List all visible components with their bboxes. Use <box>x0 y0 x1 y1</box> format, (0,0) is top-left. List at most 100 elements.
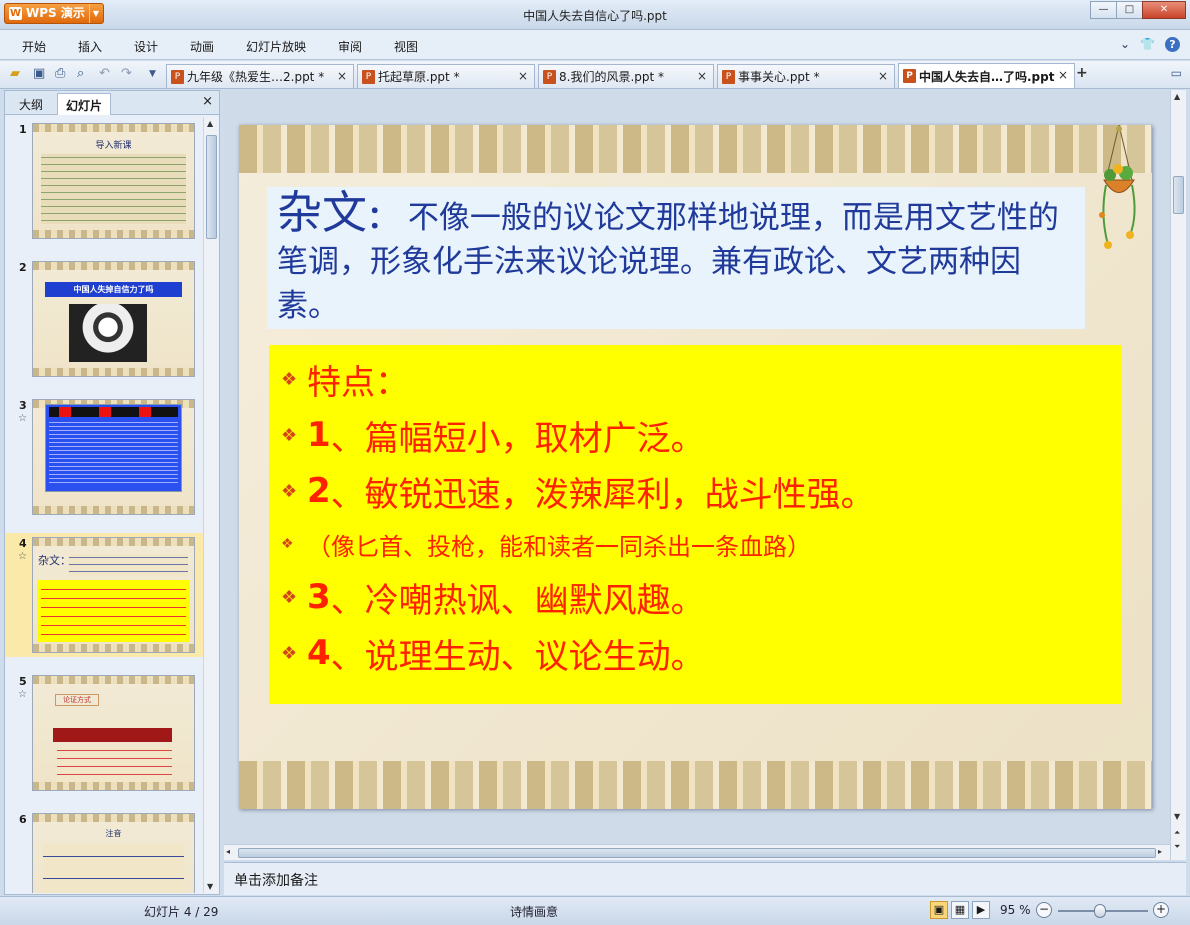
print-preview-icon[interactable]: ⌕ <box>77 66 84 81</box>
close-tab-icon[interactable]: × <box>1058 68 1068 82</box>
maximize-button[interactable]: □ <box>1116 1 1143 19</box>
scroll-right-icon[interactable]: ▸ <box>1158 847 1162 856</box>
notes-area[interactable]: 单击添加备注 <box>224 862 1186 895</box>
slide-thumbnail-1[interactable]: 1 导入新课 <box>5 119 205 243</box>
feature-text: 、说理生动、议论生动。 <box>330 636 705 677</box>
tab-label: 中国人失去自…了吗.ppt <box>919 69 1055 84</box>
scroll-down-icon[interactable]: ▼ <box>1174 812 1180 821</box>
slide-thumbnail-6[interactable]: 6 注音 <box>5 809 205 893</box>
definition-colon: ： <box>367 200 399 236</box>
slide-thumbnail-3[interactable]: 3 ☆ <box>5 395 205 519</box>
thumb-title: 导入新课 <box>95 141 132 151</box>
ppt-file-icon: P <box>722 69 735 84</box>
thumbnail-scrollbar[interactable]: ▲ ▼ <box>203 117 218 893</box>
close-pane-icon[interactable]: × <box>202 94 213 109</box>
tab-outline[interactable]: 大纲 <box>19 96 43 113</box>
scroll-thumb[interactable] <box>206 135 217 239</box>
slide-number: 2 <box>19 261 27 274</box>
slide-editor: 杂文： 不像一般的议论文那样地说理，而是用文艺性的笔调，形象化手法来议论说理。兼… <box>224 90 1186 860</box>
feature-number: 2 <box>307 471 331 511</box>
close-tab-icon[interactable]: × <box>697 69 707 83</box>
vertical-scrollbar[interactable]: ▲ ▼ ⏶ ⏷ <box>1170 90 1186 860</box>
open-folder-icon[interactable]: ▰ <box>10 66 20 81</box>
tab-label: 8.我们的风景.ppt * <box>559 70 665 84</box>
minimize-button[interactable]: — <box>1090 1 1117 19</box>
animation-star-icon: ☆ <box>18 689 27 700</box>
slide-thumbnail-2[interactable]: 2 中国人失掉自信力了吗 <box>5 257 205 381</box>
definition-textbox[interactable]: 杂文： 不像一般的议论文那样地说理，而是用文艺性的笔调，形象化手法来议论说理。兼… <box>267 187 1085 329</box>
close-tab-icon[interactable]: × <box>337 69 347 83</box>
previous-slide-icon[interactable]: ⏶ <box>1174 828 1180 838</box>
close-button[interactable]: ✕ <box>1142 1 1186 19</box>
scroll-up-icon[interactable]: ▲ <box>207 119 213 128</box>
feature-text: 、冷嘲热讽、幽默风趣。 <box>330 580 705 621</box>
animation-star-icon: ☆ <box>18 551 27 562</box>
ppt-file-icon: P <box>543 69 556 84</box>
feature-item-4: ❖ 4 、说理生动、议论生动。 <box>281 625 1110 681</box>
scroll-thumb[interactable] <box>238 848 1156 858</box>
scroll-up-icon[interactable]: ▲ <box>1174 92 1180 101</box>
decorative-border-bottom <box>239 761 1152 809</box>
close-tab-icon[interactable]: × <box>878 69 888 83</box>
ppt-file-icon: P <box>362 69 375 84</box>
collapse-ribbon-icon[interactable]: ⌄ <box>1120 37 1130 52</box>
tab-label: 托起草原.ppt * <box>378 70 460 84</box>
save-icon[interactable]: ▣ <box>33 66 45 81</box>
zoom-slider-handle[interactable] <box>1094 904 1106 918</box>
slide-number: 5 <box>19 675 27 688</box>
customize-toolbar-icon[interactable]: ▼ <box>149 69 156 79</box>
menu-home[interactable]: 开始 <box>22 38 46 55</box>
new-tab-button[interactable]: + <box>1076 65 1088 81</box>
menu-slideshow[interactable]: 幻灯片放映 <box>246 38 306 55</box>
feature-text: 、篇幅短小，取材广泛。 <box>330 418 705 459</box>
scroll-down-icon[interactable]: ▼ <box>207 882 213 891</box>
zoom-out-icon[interactable]: − <box>1036 902 1052 918</box>
menu-insert[interactable]: 插入 <box>78 38 102 55</box>
slideshow-view-icon[interactable]: ▶ <box>972 901 990 919</box>
status-bar: 幻灯片 4 / 29 诗情画意 ▣ ▦ ▶ 95 % − + <box>0 896 1190 925</box>
definition-keyword: 杂文 <box>277 186 368 239</box>
skin-icon[interactable]: 👕 <box>1140 37 1155 52</box>
menu-review[interactable]: 审阅 <box>338 38 362 55</box>
tab-document-1[interactable]: P 九年级《热爱生…2.ppt * × <box>166 64 354 88</box>
normal-view-icon[interactable]: ▣ <box>930 901 948 919</box>
menu-animation[interactable]: 动画 <box>190 38 214 55</box>
slide-thumbnail-4[interactable]: 4 ☆ 杂文： <box>5 533 205 657</box>
feature-heading: ❖ 特点： <box>281 351 1110 407</box>
close-tab-icon[interactable]: × <box>518 69 528 83</box>
bullet-icon: ❖ <box>281 586 298 608</box>
menu-design[interactable]: 设计 <box>134 38 158 55</box>
slide-thumbnail-5[interactable]: 5 ☆ 论证方式 <box>5 671 205 795</box>
feature-number: 3 <box>307 577 331 617</box>
zoom-in-icon[interactable]: + <box>1153 902 1169 918</box>
slide-number: 6 <box>19 813 27 826</box>
scroll-thumb[interactable] <box>1173 176 1184 214</box>
portrait-image <box>69 304 147 362</box>
slide-counter: 幻灯片 4 / 29 <box>144 905 219 919</box>
print-icon[interactable]: ⎙ <box>55 66 65 81</box>
menu-bar: 开始 插入 设计 动画 幻灯片放映 审阅 视图 ⌄ 👕 ? <box>0 30 1190 60</box>
tab-slides[interactable]: 幻灯片 <box>57 93 112 115</box>
menu-view[interactable]: 视图 <box>394 38 418 55</box>
thumb-title: 中国人失掉自信力了吗 <box>45 282 182 297</box>
next-slide-icon[interactable]: ⏷ <box>1174 842 1180 852</box>
scroll-left-icon[interactable]: ◂ <box>226 847 230 856</box>
tab-document-3[interactable]: P 8.我们的风景.ppt * × <box>538 64 714 88</box>
feature-item-3: ❖ 3 、冷嘲热讽、幽默风趣。 <box>281 569 1110 625</box>
tab-label: 九年级《热爱生…2.ppt * <box>187 70 325 84</box>
tab-list-icon[interactable]: ▭ <box>1171 66 1182 80</box>
feature-item-2: ❖ 2 、敏锐迅速，泼辣犀利，战斗性强。 <box>281 463 1110 519</box>
slide-canvas[interactable]: 杂文： 不像一般的议论文那样地说理，而是用文艺性的笔调，形象化手法来议论说理。兼… <box>239 125 1152 809</box>
tab-document-4[interactable]: P 事事关心.ppt * × <box>717 64 895 88</box>
slide-sorter-icon[interactable]: ▦ <box>951 901 969 919</box>
undo-icon[interactable]: ↶ <box>99 66 110 81</box>
tab-document-2[interactable]: P 托起草原.ppt * × <box>357 64 535 88</box>
redo-icon[interactable]: ↷ <box>121 66 132 81</box>
thumb-title: 杂文： <box>38 554 71 567</box>
horizontal-scrollbar[interactable]: ◂ ▸ <box>224 844 1170 860</box>
ppt-file-icon: P <box>171 69 184 84</box>
help-icon[interactable]: ? <box>1165 37 1180 52</box>
tab-document-active[interactable]: P 中国人失去自…了吗.ppt × <box>898 63 1075 88</box>
features-textbox[interactable]: ❖ 特点： ❖ 1 、篇幅短小，取材广泛。 ❖ 2 、敏锐迅速，泼辣犀利，战斗性强。… <box>269 345 1122 704</box>
thumb-title: 论证方式 <box>55 694 99 706</box>
